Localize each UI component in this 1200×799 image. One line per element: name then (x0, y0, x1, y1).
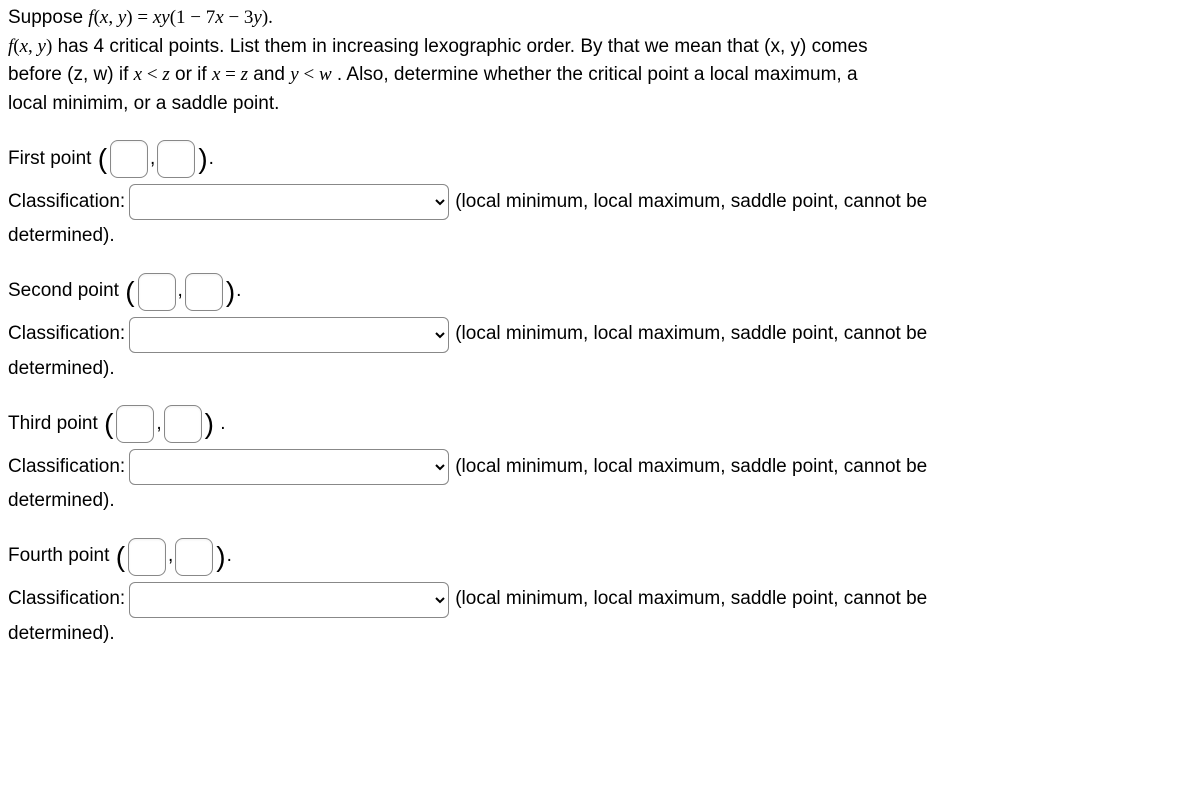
open-paren: ( (104, 410, 113, 438)
math-xeqz: x = z (212, 64, 248, 85)
period: . (227, 542, 232, 571)
close-paren: ) (205, 410, 214, 438)
first-classification-select[interactable]: local minimumlocal maximumsaddle pointca… (129, 184, 449, 220)
text-orif: or if (175, 64, 212, 85)
first-point-label: First point (8, 145, 91, 174)
text-localmin: local minimim, or a saddle point. (8, 90, 1192, 119)
fourth-point-group: Fourth point ( , ) . Classification: loc… (8, 538, 1192, 649)
comma: , (178, 277, 183, 306)
comma: , (150, 145, 155, 174)
fourth-determined-text: determined). (8, 620, 115, 649)
third-point-x-input[interactable] (116, 405, 154, 443)
third-determined-text: determined). (8, 487, 115, 516)
first-classification-hint: (local minimum, local maximum, saddle po… (455, 188, 927, 217)
math-yltw: y < w (290, 64, 331, 85)
third-classification-hint: (local minimum, local maximum, saddle po… (455, 453, 927, 482)
text-before: before (z, w) if (8, 64, 134, 85)
problem-statement: Suppose f(x, y) = xy(1 − 7x − 3y). f(x, … (8, 4, 1192, 118)
close-paren: ) (198, 145, 207, 173)
period: . (209, 145, 214, 174)
text-suppose: Suppose (8, 7, 88, 28)
fourth-classification-hint: (local minimum, local maximum, saddle po… (455, 585, 927, 614)
first-point-x-input[interactable] (110, 140, 148, 178)
close-paren: ) (216, 543, 225, 571)
third-point-group: Third point ( , ) . Classification: loca… (8, 405, 1192, 516)
text-has4: has 4 critical points. List them in incr… (58, 36, 868, 57)
close-paren: ) (226, 278, 235, 306)
comma: , (156, 410, 161, 439)
first-determined-text: determined). (8, 222, 115, 251)
period: . (236, 277, 241, 306)
second-point-group: Second point ( , ) . Classification: loc… (8, 273, 1192, 384)
third-point-y-input[interactable] (164, 405, 202, 443)
third-classification-label: Classification: (8, 453, 125, 482)
first-point-group: First point ( , ) . Classification: loca… (8, 140, 1192, 251)
second-classification-label: Classification: (8, 320, 125, 349)
text-and: and (253, 64, 290, 85)
second-point-x-input[interactable] (138, 273, 176, 311)
period: . (220, 410, 225, 439)
second-point-label: Second point (8, 277, 119, 306)
third-point-label: Third point (8, 410, 98, 439)
second-classification-hint: (local minimum, local maximum, saddle po… (455, 320, 927, 349)
math-xltz: x < z (134, 64, 170, 85)
fourth-classification-select[interactable]: local minimumlocal maximumsaddle pointca… (129, 582, 449, 618)
first-point-y-input[interactable] (157, 140, 195, 178)
third-classification-select[interactable]: local minimumlocal maximumsaddle pointca… (129, 449, 449, 485)
fourth-point-y-input[interactable] (175, 538, 213, 576)
open-paren: ( (98, 145, 107, 173)
fourth-point-label: Fourth point (8, 542, 109, 571)
second-determined-text: determined). (8, 355, 115, 384)
second-point-y-input[interactable] (185, 273, 223, 311)
math-fxy: f(x, y) (8, 36, 52, 57)
fourth-classification-label: Classification: (8, 585, 125, 614)
math-expression-1: f(x, y) = xy(1 − 7x − 3y). (88, 7, 273, 28)
fourth-point-x-input[interactable] (128, 538, 166, 576)
second-classification-select[interactable]: local minimumlocal maximumsaddle pointca… (129, 317, 449, 353)
open-paren: ( (116, 543, 125, 571)
comma: , (168, 542, 173, 571)
open-paren: ( (125, 278, 134, 306)
first-classification-label: Classification: (8, 188, 125, 217)
text-also: . Also, determine whether the critical p… (337, 64, 858, 85)
